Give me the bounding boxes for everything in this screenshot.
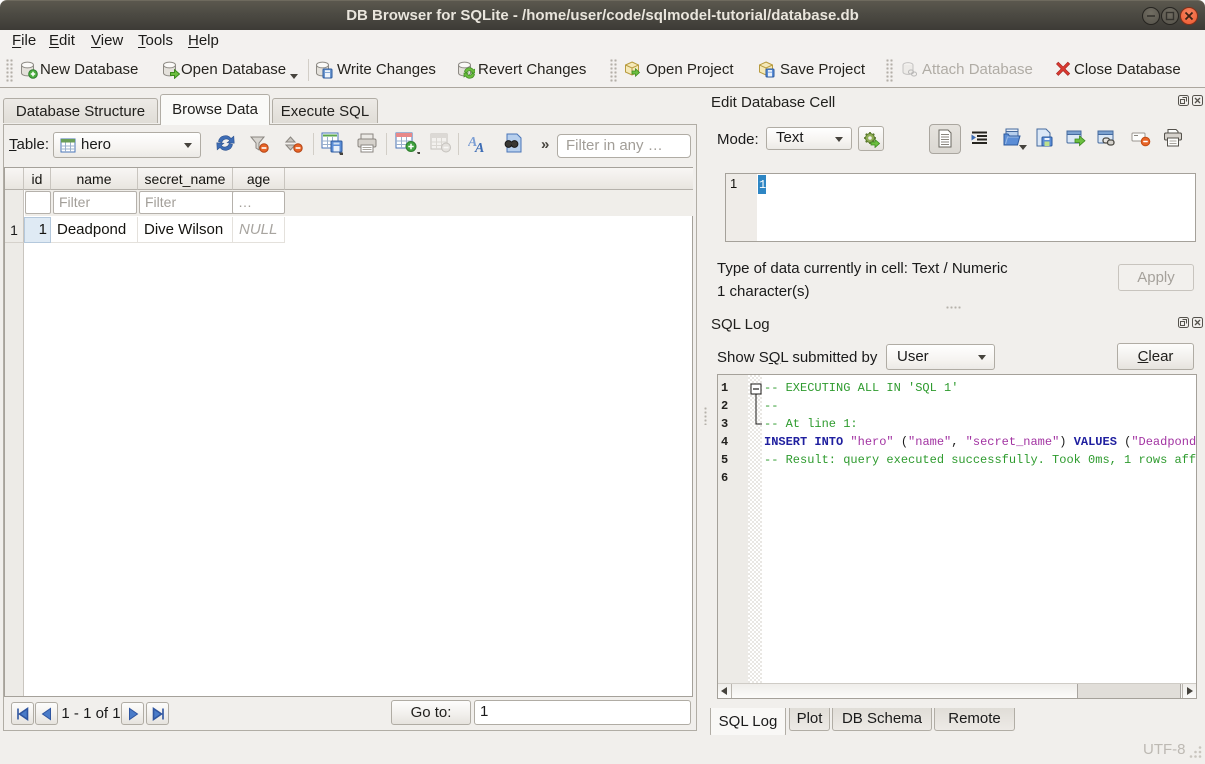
svg-text:A: A <box>474 141 484 155</box>
